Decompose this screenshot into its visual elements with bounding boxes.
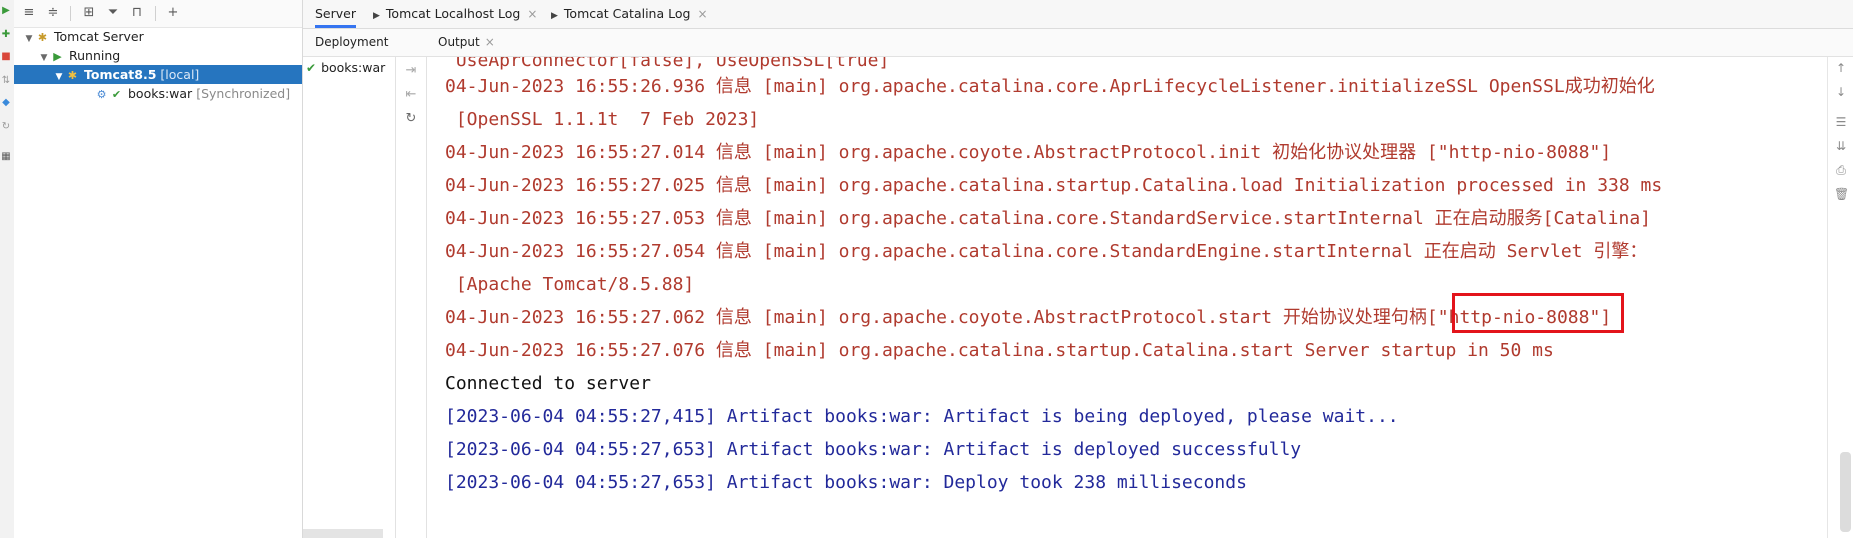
horizontal-scrollbar[interactable]	[303, 529, 383, 538]
layout-icon[interactable]: ▦	[1, 152, 11, 162]
check-icon: ✔	[306, 61, 317, 75]
expand-all-icon[interactable]: ≡	[20, 4, 38, 22]
debug-icon[interactable]: ✚	[1, 30, 11, 40]
undeploy-icon[interactable]: ⇤	[403, 87, 419, 103]
print-icon[interactable]: ⎙	[1834, 163, 1848, 177]
tree-node-running[interactable]: ▼ ▶ Running	[14, 46, 302, 65]
console-line: 04-Jun-2023 16:55:27.054 信息 [main] org.a…	[445, 241, 1648, 262]
tomcat-icon: ✱	[37, 31, 48, 44]
soft-wrap-icon[interactable]: ☰	[1834, 115, 1848, 129]
console-output[interactable]: UseAprConnector[false], UseOpenSSL[true]…	[427, 57, 1827, 538]
attach-icon[interactable]: ◆	[1, 98, 11, 108]
tab-tomcat-localhost-log[interactable]: ▶ Tomcat Localhost Log ×	[373, 0, 537, 28]
console-line: 04-Jun-2023 16:55:27.014 信息 [main] org.a…	[445, 142, 1612, 163]
refresh-icon[interactable]: ↻	[1, 122, 11, 132]
services-tree-panel: ≡ ≑ ⊞ ⏷ ⊓ + ▼ ✱ Tomcat Server ▼ ▶ Running …	[14, 0, 303, 538]
scroll-up-icon[interactable]: ↑	[1834, 61, 1848, 75]
tab-tomcat-catalina-log[interactable]: ▶ Tomcat Catalina Log ×	[551, 0, 708, 28]
close-icon[interactable]: ×	[485, 35, 495, 49]
tomcat-icon: ✱	[67, 69, 78, 82]
run-output-area: Server ▶ Tomcat Localhost Log × ▶ Tomcat Ca…	[303, 0, 1853, 538]
tree-node-suffix: [Synchronized]	[196, 86, 291, 101]
filter-icon[interactable]: ⏷	[104, 4, 122, 22]
deploy-all-icon[interactable]: ⇥	[403, 63, 419, 79]
tree-node-suffix: [local]	[160, 67, 200, 82]
tree-node-tomcat85[interactable]: ▼ ✱ Tomcat8.5 [local]	[14, 65, 302, 84]
deployment-actions: ⇥ ⇤ ↻	[396, 57, 427, 538]
group-services-icon[interactable]: ⊞	[80, 4, 98, 22]
close-icon[interactable]: ×	[697, 7, 707, 21]
scroll-down-icon[interactable]: ↓	[1834, 85, 1848, 99]
console-line: [2023-06-04 04:55:27,415] Artifact books…	[445, 406, 1399, 427]
new-tab-icon[interactable]: ⊓	[128, 4, 146, 22]
console-line: 04-Jun-2023 16:55:27.062 信息 [main] org.a…	[445, 307, 1612, 328]
console-line: [OpenSSL 1.1.1t 7 Feb 2023]	[445, 109, 760, 130]
tab-server[interactable]: Server	[315, 0, 356, 28]
collapse-all-icon[interactable]: ≑	[44, 4, 62, 22]
tree-toolbar: ≡ ≑ ⊞ ⏷ ⊓ +	[14, 0, 302, 28]
clear-icon[interactable]: 🗑	[1834, 187, 1849, 201]
tree-node-label: Running	[68, 48, 121, 63]
tree-node-label: books:war	[127, 86, 193, 101]
tree-node-label: Tomcat Server	[53, 29, 144, 44]
check-icon: ✔	[111, 88, 122, 101]
running-icon: ▶	[53, 50, 62, 63]
subheader-bar: Deployment Output ×	[303, 29, 1853, 57]
console-line: Connected to server	[445, 373, 651, 394]
add-service-icon[interactable]: +	[164, 4, 182, 22]
highlight-box	[1452, 293, 1624, 333]
deployment-list: ✔ books:war	[303, 57, 396, 538]
console-line: [Apache Tomcat/8.5.88]	[445, 274, 695, 295]
deploy-icon[interactable]: ⇅	[1, 76, 11, 86]
toolbar-separator	[155, 6, 156, 21]
console-line: 04-Jun-2023 16:55:27.025 信息 [main] org.a…	[445, 175, 1663, 196]
tab-bar: Server ▶ Tomcat Localhost Log × ▶ Tomcat Ca…	[303, 0, 1853, 29]
refresh-icon[interactable]: ↻	[403, 111, 419, 127]
output-tab[interactable]: Output ×	[438, 29, 495, 56]
rerun-icon[interactable]: ▶	[1, 6, 11, 16]
deployment-item[interactable]: ✔ books:war	[306, 59, 385, 77]
ide-window: ▶ ✚ ■ ⇅ ◆ ↻ ▦ ≡ ≑ ⊞ ⏷ ⊓ + ▼ ✱ Tomcat Serv…	[0, 0, 1853, 538]
tree-node-tomcat-server[interactable]: ▼ ✱ Tomcat Server	[14, 27, 302, 46]
tree-node-label: Tomcat8.5	[83, 67, 157, 82]
artifact-icon: ⚙	[96, 88, 107, 101]
console-line: 04-Jun-2023 16:55:27.053 信息 [main] org.a…	[445, 208, 1652, 229]
console-line: [2023-06-04 04:55:27,653] Artifact books…	[445, 472, 1247, 493]
console-side-toolbar: ↑ ↓ ☰ ⇊ ⎙ 🗑	[1827, 57, 1853, 538]
stop-icon[interactable]: ■	[1, 52, 11, 62]
console-line: 04-Jun-2023 16:55:26.936 信息 [main] org.a…	[445, 76, 1655, 97]
console-line: 04-Jun-2023 16:55:27.076 信息 [main] org.a…	[445, 340, 1554, 361]
toolbar-separator	[70, 6, 71, 21]
deployment-header: Deployment	[315, 35, 389, 49]
console-line: [2023-06-04 04:55:27,653] Artifact books…	[445, 439, 1302, 460]
scroll-to-end-icon[interactable]: ⇊	[1834, 139, 1848, 153]
tree-node-books-war[interactable]: ⚙ ✔ books:war [Synchronized]	[14, 84, 302, 103]
left-tool-strip: ▶ ✚ ■ ⇅ ◆ ↻ ▦	[0, 0, 15, 538]
log-icon: ▶	[373, 11, 380, 21]
vertical-scrollbar[interactable]	[1840, 452, 1851, 532]
close-icon[interactable]: ×	[527, 7, 537, 21]
log-icon: ▶	[551, 11, 558, 21]
